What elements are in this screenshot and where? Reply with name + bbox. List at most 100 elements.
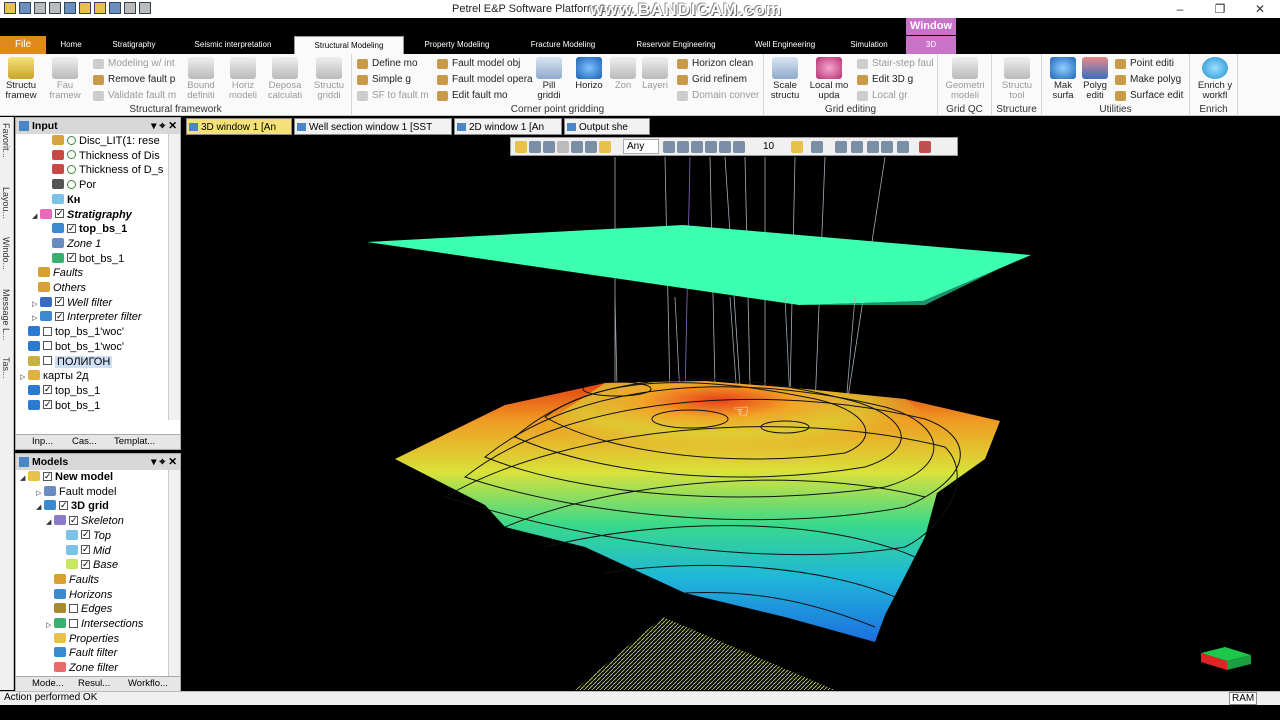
- tree-item[interactable]: Thickness of Dis: [52, 149, 160, 164]
- pillar-gridding-button[interactable]: Pill griddi: [530, 57, 568, 101]
- camera-icon[interactable]: [897, 141, 909, 153]
- 3d-viewport[interactable]: ☜: [185, 137, 1280, 690]
- layering-button[interactable]: Layeri: [636, 57, 674, 91]
- tree-item[interactable]: bot_bs_1: [28, 397, 100, 414]
- window-tab[interactable]: Windo...: [1, 237, 11, 270]
- tree-item[interactable]: Zone 1: [52, 237, 101, 252]
- eye-icon[interactable]: [811, 141, 823, 153]
- expand-icon[interactable]: ◢: [32, 210, 40, 225]
- visibility-checkbox[interactable]: [69, 513, 78, 527]
- tree-item[interactable]: ▷ карты 2д: [20, 369, 89, 384]
- tab-stratigraphy[interactable]: Stratigraphy: [102, 36, 166, 54]
- pointer-icon[interactable]: [79, 2, 91, 14]
- expand-icon[interactable]: ▷: [46, 619, 54, 634]
- point-editing-button[interactable]: Point editi: [1114, 57, 1174, 71]
- doc-tab-output-sheet[interactable]: Output she: [564, 118, 650, 135]
- boundary-definition-button[interactable]: Bound definiti: [182, 57, 220, 101]
- visibility-checkbox[interactable]: [81, 557, 90, 571]
- tab-well-engineering[interactable]: Well Engineering: [742, 36, 828, 54]
- tree-item[interactable]: top_bs_1: [52, 221, 127, 237]
- tool-icon[interactable]: [835, 141, 847, 153]
- tree-item[interactable]: Disc_LIT(1: rese: [52, 134, 160, 149]
- message-log-tab[interactable]: Message L...: [1, 289, 11, 341]
- axis-icon[interactable]: [851, 141, 863, 153]
- visibility-checkbox[interactable]: [67, 250, 76, 265]
- surface-edit-button[interactable]: Surface edit: [1114, 89, 1183, 103]
- window-icon[interactable]: [109, 2, 121, 14]
- fault-model-obj-button[interactable]: Fault model obj: [436, 57, 520, 71]
- tab-workflows[interactable]: Workflo...: [128, 677, 168, 691]
- local-model-update-button[interactable]: Local mo upda: [808, 57, 850, 101]
- zoom-factor-field[interactable]: 10: [763, 139, 787, 154]
- tab-cases[interactable]: Cas...: [72, 435, 97, 449]
- selection-mode-select[interactable]: Any: [623, 139, 659, 154]
- fault-model-opera-button[interactable]: Fault model opera: [436, 73, 533, 87]
- ruler-icon[interactable]: [571, 141, 583, 153]
- tasks-tab[interactable]: Tas...: [1, 357, 11, 379]
- horizon-clean-button[interactable]: Horizon clean: [676, 57, 753, 71]
- radio-icon[interactable]: [67, 135, 76, 145]
- depositional-calc-button[interactable]: Deposa calculati: [266, 57, 304, 101]
- tree-item[interactable]: ПОЛИГОН: [28, 355, 113, 370]
- edit-3d-grid-button[interactable]: Edit 3D g: [856, 73, 913, 87]
- box-icon[interactable]: [733, 141, 745, 153]
- save-icon[interactable]: [19, 2, 31, 14]
- tree-item[interactable]: Edges: [54, 602, 112, 617]
- tab-fracture-modeling[interactable]: Fracture Modeling: [516, 36, 610, 54]
- input-scrollbar[interactable]: [168, 134, 180, 420]
- expand-icon[interactable]: ◢: [20, 472, 28, 487]
- doc-tab-well-section[interactable]: Well section window 1 [SST: [294, 118, 452, 135]
- orbit-icon[interactable]: [705, 141, 717, 153]
- modeling-with-int-button[interactable]: Modeling w/ int: [92, 57, 175, 71]
- models-scrollbar[interactable]: [168, 470, 180, 676]
- local-grid-button[interactable]: Local gr: [856, 89, 908, 103]
- visibility-checkbox[interactable]: [43, 356, 52, 366]
- tab-3d[interactable]: 3D: [906, 36, 956, 54]
- visibility-checkbox[interactable]: [55, 309, 64, 324]
- close-icon[interactable]: ▾ ⌖ ✕: [151, 118, 177, 134]
- close-icon[interactable]: ▾ ⌖ ✕: [151, 454, 177, 470]
- light-icon[interactable]: [791, 141, 803, 153]
- tree-item[interactable]: Properties: [54, 632, 119, 647]
- expand-icon[interactable]: ◢: [36, 501, 44, 516]
- visibility-checkbox[interactable]: [67, 221, 76, 235]
- radio-icon[interactable]: [67, 179, 76, 189]
- tree-item[interactable]: ▷Well filter: [32, 294, 112, 311]
- geometrical-modeling-button[interactable]: Geometri modeli: [944, 57, 986, 101]
- tab-templates[interactable]: Templat...: [114, 435, 155, 449]
- make-polygon-button[interactable]: Make polyg: [1114, 73, 1181, 87]
- restore-button[interactable]: ❐: [1200, 0, 1240, 18]
- chart-icon[interactable]: [867, 141, 879, 153]
- tree-item[interactable]: top_bs_1'woc': [28, 325, 124, 340]
- tree-item[interactable]: ▷Interpreter filter: [32, 309, 142, 325]
- visibility-checkbox[interactable]: [43, 341, 52, 351]
- grid-refinement-button[interactable]: Grid refinem: [676, 73, 747, 87]
- tree-item[interactable]: Base: [66, 557, 118, 573]
- structure-tool-button[interactable]: Structu tool: [998, 57, 1036, 101]
- close-button[interactable]: ✕: [1240, 0, 1280, 18]
- visibility-checkbox[interactable]: [69, 603, 78, 613]
- horizon-modeling-button[interactable]: Horiz modeli: [224, 57, 262, 101]
- visibility-checkbox[interactable]: [43, 326, 52, 336]
- validate-fault-button[interactable]: Validate fault m: [92, 89, 176, 103]
- enrich-workflow-button[interactable]: Enrich y workfl: [1194, 57, 1236, 101]
- tab-file[interactable]: File: [0, 36, 46, 54]
- layout-tab[interactable]: Layou...: [1, 187, 11, 219]
- tab-input[interactable]: Inp...: [32, 435, 53, 449]
- copy-icon[interactable]: [124, 2, 136, 14]
- home-icon[interactable]: [663, 141, 675, 153]
- visibility-checkbox[interactable]: [43, 397, 52, 412]
- tree-item[interactable]: Zone filter: [54, 661, 118, 676]
- tree-item[interactable]: ▷ Fault model: [36, 485, 116, 500]
- visibility-checkbox[interactable]: [43, 470, 52, 483]
- display-icon[interactable]: [881, 141, 893, 153]
- domain-conversion-button[interactable]: Domain conver: [676, 89, 759, 103]
- tab-seismic[interactable]: Seismic interpretation: [176, 36, 290, 54]
- visibility-checkbox[interactable]: [81, 542, 90, 557]
- pick-icon[interactable]: [543, 141, 555, 153]
- favorites-tab[interactable]: Favorit...: [1, 123, 11, 158]
- tree-item[interactable]: ◢ Stratigraphy: [32, 206, 132, 225]
- tree-item[interactable]: Thickness of D_s: [52, 163, 163, 178]
- paint-icon[interactable]: [599, 141, 611, 153]
- view-icon[interactable]: [677, 141, 689, 153]
